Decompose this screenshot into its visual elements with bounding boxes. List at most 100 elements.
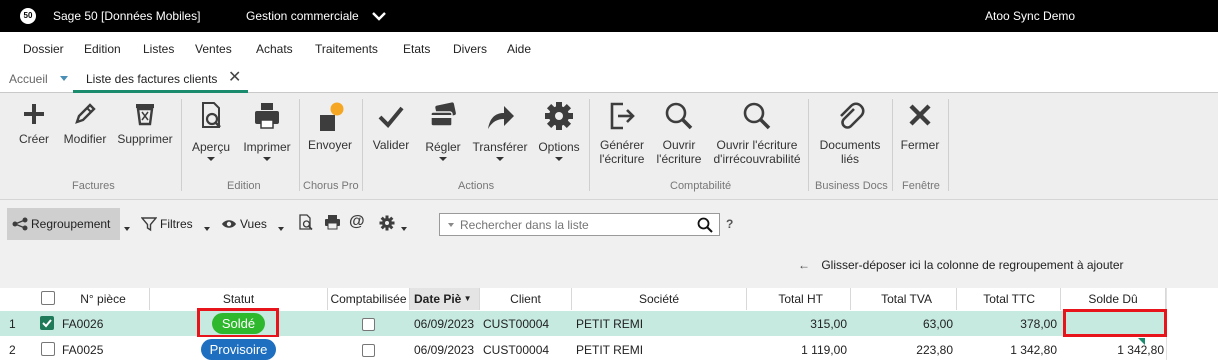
filters-button[interactable]: Filtres [160,217,193,231]
group-drop-zone[interactable]: ← Glisser-déposer ici la colonne de regr… [798,258,1124,272]
group-separator [181,99,182,191]
open-entry-button[interactable]: Ouvrir l'écriture [654,101,704,166]
grid-header: N° pièce Statut Comptabilisée Date Piè ▼… [0,288,1166,310]
tab-liste-factures[interactable]: Liste des factures clients ✕ [73,64,248,93]
email-icon[interactable]: @ [349,213,365,231]
column-header-date[interactable]: Date Piè ▼ [410,288,480,310]
tab-accueil[interactable]: Accueil [9,72,48,86]
caret-down-icon[interactable] [60,76,68,81]
menu-bar: Dossier Edition Listes Ventes Achats Tra… [0,32,1218,64]
menu-divers[interactable]: Divers [453,42,487,56]
help-button[interactable]: ? [726,217,733,231]
row-checkbox[interactable] [40,316,54,330]
search-icon[interactable] [697,217,713,233]
cell-total-ht: 315,00 [810,317,847,331]
open-irrecoverable-button[interactable]: Ouvrir l'écriture d'irrécouvrabilité [710,101,804,166]
caret-down-icon[interactable] [278,227,284,231]
grouping-button[interactable]: Regroupement [7,208,120,240]
generate-entry-label-1: Générer [599,138,645,152]
group-separator [362,99,363,191]
row-checkbox[interactable] [41,342,55,356]
caret-down-icon[interactable] [204,227,210,231]
group-separator [808,99,809,191]
preview-icon[interactable] [298,214,314,231]
search-input[interactable] [460,216,690,233]
drop-zone-hint: Glisser-déposer ici la colonne de regrou… [821,258,1124,272]
eye-icon [222,220,236,228]
create-button[interactable]: Créer [15,101,53,146]
caret-down-icon[interactable] [448,223,454,227]
close-window-button[interactable]: Fermer [898,101,942,152]
module-selector[interactable]: Gestion commerciale [246,9,359,23]
options-button[interactable]: Options [535,101,583,161]
table-row[interactable]: 1 FA0026 Soldé 06/09/2023 CUST00004 PETI… [0,308,1167,338]
column-header-total-ht[interactable]: Total HT [747,288,851,310]
preview-button[interactable]: Aperçu [190,101,232,161]
menu-edition[interactable]: Edition [84,42,121,56]
column-header-total-ttc[interactable]: Total TTC [957,288,1061,310]
cell-client: CUST00004 [483,317,550,331]
column-header-societe[interactable]: Société [572,288,747,310]
create-label: Créer [18,132,49,146]
transfer-label: Transférer [472,140,528,154]
column-header-comptabilisee[interactable]: Comptabilisée [328,288,410,310]
user-name[interactable]: Atoo Sync Demo [985,9,1075,23]
group-separator [299,99,300,191]
chevron-down-icon[interactable] [370,7,388,25]
group-label-fenetre: Fenêtre [902,180,940,192]
gear-icon[interactable] [379,215,395,231]
tab-bar: Accueil Liste des factures clients ✕ [0,64,1218,93]
cell-date: 06/09/2023 [414,343,475,357]
group-label-chorus: Chorus Pro [303,180,359,192]
comptabilisee-checkbox[interactable] [362,344,375,357]
open-irrecoverable-label-2: d'irrécouvrabilité [713,152,801,166]
menu-ventes[interactable]: Ventes [195,42,232,56]
cell-total-ttc: 378,00 [1020,317,1057,331]
generate-entry-button[interactable]: Générer l'écriture [596,101,648,166]
gear-icon [545,102,573,130]
menu-traitements[interactable]: Traitements [315,42,378,56]
cell-date: 06/09/2023 [414,317,475,331]
app-title: Sage 50 [Données Mobiles] [53,9,201,23]
pay-button[interactable]: Régler [421,101,465,161]
cell-solde-du: 1 342,80 [1117,343,1164,357]
select-all-checkbox[interactable] [41,291,55,305]
dropdown-caret-icon [496,157,504,161]
column-header-solde-du[interactable]: Solde Dû [1061,288,1166,310]
group-label-factures: Factures [72,180,115,192]
checkmark-icon [378,106,404,128]
delete-button[interactable]: Supprimer [114,101,176,146]
comptabilisee-checkbox[interactable] [362,318,375,331]
caret-down-icon[interactable] [401,227,407,231]
send-button[interactable]: Envoyer [306,101,354,152]
column-header-statut[interactable]: Statut [150,288,328,310]
dropdown-caret-icon [439,157,447,161]
group-label-comptabilite: Comptabilité [670,180,732,192]
linked-documents-button[interactable]: Documents liés [814,101,886,166]
caret-down-icon[interactable] [124,227,130,231]
menu-etats[interactable]: Etats [403,42,430,56]
views-button[interactable]: Vues [240,217,267,231]
check-icon [42,319,52,328]
menu-dossier[interactable]: Dossier [23,42,64,56]
validate-button[interactable]: Valider [369,101,413,152]
column-header-piece[interactable]: N° pièce [57,288,150,310]
transfer-button[interactable]: Transférer [469,101,531,161]
table-row[interactable]: 2 FA0025 Provisoire 06/09/2023 CUST00004… [0,337,1166,360]
column-header-total-tva[interactable]: Total TVA [851,288,957,310]
menu-achats[interactable]: Achats [256,42,293,56]
close-icon[interactable]: ✕ [228,70,241,86]
edit-button[interactable]: Modifier [61,101,109,146]
row-number: 1 [9,317,16,331]
dropdown-caret-icon [207,157,215,161]
print-button[interactable]: Imprimer [240,101,294,161]
magnifier-icon [665,102,693,130]
menu-aide[interactable]: Aide [507,42,531,56]
export-icon [610,102,635,130]
printer-icon[interactable] [324,214,341,230]
menu-listes[interactable]: Listes [143,42,174,56]
linked-documents-label-1: Documents [819,138,881,152]
column-header-client[interactable]: Client [480,288,572,310]
search-box[interactable] [439,213,720,236]
cell-corner-marker [1138,338,1145,345]
